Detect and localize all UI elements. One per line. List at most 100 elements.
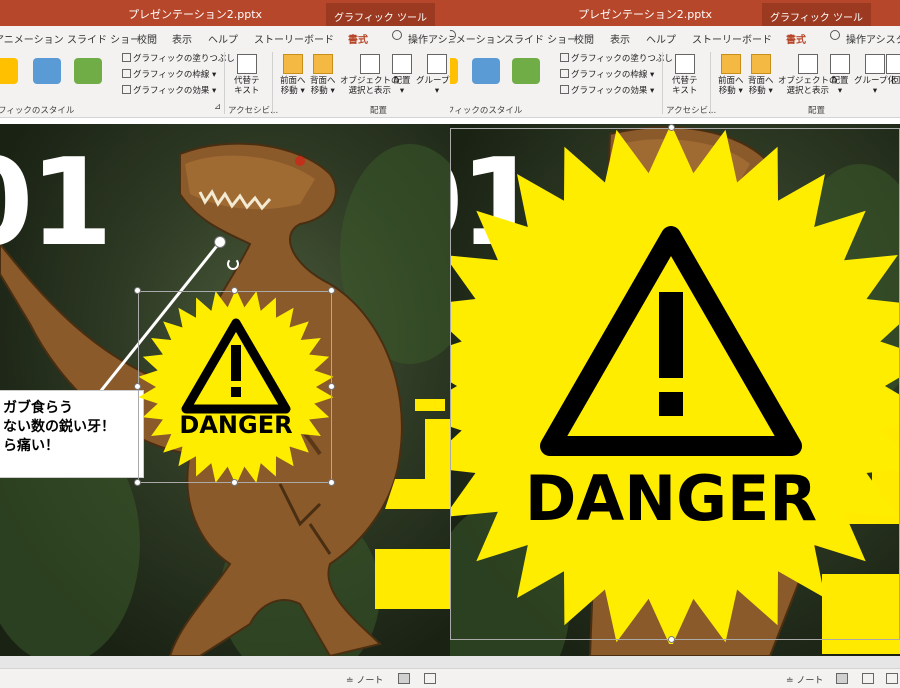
style-swatch-blue[interactable] (33, 58, 61, 84)
group-label-styles: フィックのスタイル (0, 106, 75, 116)
tab-review[interactable]: 校閲 (137, 31, 157, 46)
pen-outline-icon (122, 69, 131, 78)
selection-pane-icon (797, 54, 818, 74)
resize-handle-w[interactable] (134, 383, 141, 390)
resize-handle-n[interactable] (668, 124, 675, 131)
callout-line-1: ガブ食らう (3, 400, 73, 416)
selection-pane-icon (359, 54, 380, 74)
effects-icon (122, 85, 131, 94)
slide-canvas[interactable]: 01 痛 DANGER (450, 124, 900, 656)
callout-line-2: ない数の鋭い牙！ (3, 419, 115, 435)
ribbon: グラフィックの塗りつぶし ▾ グラフィックの枠線 ▾ グラフィックの効果 ▾ フ… (450, 48, 900, 118)
graphic-effects-button[interactable]: グラフィックの効果 ▾ (560, 84, 654, 96)
resize-handle-s[interactable] (668, 636, 675, 643)
align-button[interactable]: 配置 ▾ (830, 54, 850, 96)
tab-slideshow[interactable]: スライド ショー (504, 31, 577, 46)
group-label-styles: フィックのスタイル (450, 106, 523, 116)
align-icon (830, 54, 850, 74)
group-icon (427, 54, 447, 74)
resize-handle-n[interactable] (231, 287, 238, 294)
tab-storyboard[interactable]: ストーリーボード (254, 31, 334, 46)
slide-canvas[interactable]: 01 ガブ食らう ない数の鋭い牙！ ら痛い！ DANGER (0, 124, 450, 656)
yellow-headline-fragment (375, 399, 450, 609)
callout-line-3: ら痛い！ (3, 438, 59, 454)
powerpoint-comparison: プレゼンテーション2.pptx グラフィック ツール アニメーション スライド … (0, 0, 900, 688)
pane-after: プレゼンテーション2.pptx グラフィック ツール 操作アシスタ アニメーショ… (450, 0, 900, 688)
group-label-accessibility: アクセシビ... (228, 106, 279, 116)
tab-view[interactable]: 表示 (610, 31, 630, 46)
tab-help[interactable]: ヘルプ (208, 31, 238, 46)
title-bar: プレゼンテーション2.pptx グラフィック ツール (0, 0, 450, 26)
ribbon-tabs: 操作アシスタ アニメーション スライド ショー 校閲 表示 ヘルプ ストーリーボ… (450, 26, 900, 50)
alt-text-button[interactable]: 代替テ キスト (672, 54, 698, 96)
bring-forward-button[interactable]: 前面へ 移動 ▾ (280, 54, 306, 96)
resize-handle-ne[interactable] (328, 287, 335, 294)
alt-text-icon (674, 54, 695, 74)
lightbulb-search-icon[interactable] (392, 30, 402, 40)
normal-view-icon[interactable] (398, 673, 410, 684)
tab-review[interactable]: 校閲 (574, 31, 594, 46)
selection-pane-button[interactable]: オブジェクトの 選択と表示 (340, 54, 400, 96)
group-icon (865, 54, 885, 74)
align-button[interactable]: 配置 ▾ (392, 54, 412, 96)
paint-bucket-icon (122, 53, 131, 62)
resize-handle-e[interactable] (328, 383, 335, 390)
ribbon-tabs: アニメーション スライド ショー 校閲 表示 ヘルプ ストーリーボード 書式 操… (0, 26, 450, 50)
bring-forward-button[interactable]: 前面へ 移動 ▾ (718, 54, 744, 96)
style-swatch-blue[interactable] (472, 58, 500, 84)
send-backward-button[interactable]: 背面へ 移動 ▾ (310, 54, 336, 96)
slide-sorter-icon[interactable] (862, 673, 874, 684)
status-bar: ≐ ノート (0, 668, 450, 688)
tab-animation[interactable]: アニメーション (0, 31, 64, 46)
tab-slideshow[interactable]: スライド ショー (67, 31, 140, 46)
send-backward-icon (312, 54, 333, 74)
tab-view[interactable]: 表示 (172, 31, 192, 46)
ribbon: グラフィックの塗りつぶし ▾ グラフィックの枠線 ▾ グラフィックの効果 ▾ フ… (0, 48, 450, 118)
rotate-icon (886, 54, 900, 74)
resize-handle-s[interactable] (231, 479, 238, 486)
rotate-handle-icon[interactable] (227, 258, 239, 270)
resize-handle-nw[interactable] (134, 287, 141, 294)
graphic-outline-button[interactable]: グラフィックの枠線 ▾ (122, 68, 216, 80)
style-swatch-green[interactable] (74, 58, 102, 84)
tab-tell-me[interactable]: 操作アシスタ (408, 31, 450, 46)
lightbulb-search-icon[interactable] (830, 30, 840, 40)
context-tab-graphics-tools[interactable]: グラフィック ツール (326, 3, 435, 26)
group-label-accessibility: アクセシビ... (666, 106, 717, 116)
alt-text-icon (236, 54, 257, 74)
send-backward-button[interactable]: 背面へ 移動 ▾ (748, 54, 774, 96)
tab-animation[interactable]: アニメーション (450, 31, 506, 46)
graphic-effects-button[interactable]: グラフィックの効果 ▾ (122, 84, 216, 96)
resize-handle-sw[interactable] (134, 479, 141, 486)
tab-tell-me[interactable]: 操作アシスタ (846, 31, 900, 46)
rotate-button[interactable]: 回 (886, 54, 900, 86)
tab-storyboard[interactable]: ストーリーボード (692, 31, 772, 46)
group-button[interactable]: グループ化▾ (416, 54, 450, 96)
resize-handle-se[interactable] (328, 479, 335, 486)
notes-button[interactable]: ≐ ノート (346, 673, 383, 686)
graphic-outline-button[interactable]: グラフィックの枠線 ▾ (560, 68, 654, 80)
notes-button[interactable]: ≐ ノート (786, 673, 823, 686)
slide-sorter-icon[interactable] (424, 673, 436, 684)
dialog-launcher-icon[interactable]: ⊿ (214, 102, 221, 112)
style-swatch-orange[interactable] (0, 58, 18, 84)
pen-outline-icon (560, 69, 569, 78)
pane-before: プレゼンテーション2.pptx グラフィック ツール アニメーション スライド … (0, 0, 450, 688)
group-label-arrange: 配置 (370, 106, 388, 116)
style-swatch-orange[interactable] (450, 58, 458, 84)
tab-help[interactable]: ヘルプ (646, 31, 676, 46)
bring-forward-icon (720, 54, 741, 74)
title-bar: プレゼンテーション2.pptx グラフィック ツール (450, 0, 900, 26)
context-tab-graphics-tools[interactable]: グラフィック ツール (762, 3, 871, 26)
effects-icon (560, 85, 569, 94)
selection-box (138, 291, 332, 483)
normal-view-icon[interactable] (836, 673, 848, 684)
callout-pointer-handle[interactable] (214, 236, 226, 248)
callout-box[interactable]: ガブ食らう ない数の鋭い牙！ ら痛い！ (0, 390, 144, 478)
style-swatch-green[interactable] (512, 58, 540, 84)
alt-text-button[interactable]: 代替テ キスト (234, 54, 260, 96)
selection-pane-button[interactable]: オブジェクトの 選択と表示 (778, 54, 838, 96)
selection-box (450, 128, 900, 640)
reading-view-icon[interactable] (886, 673, 898, 684)
bring-forward-icon (282, 54, 303, 74)
